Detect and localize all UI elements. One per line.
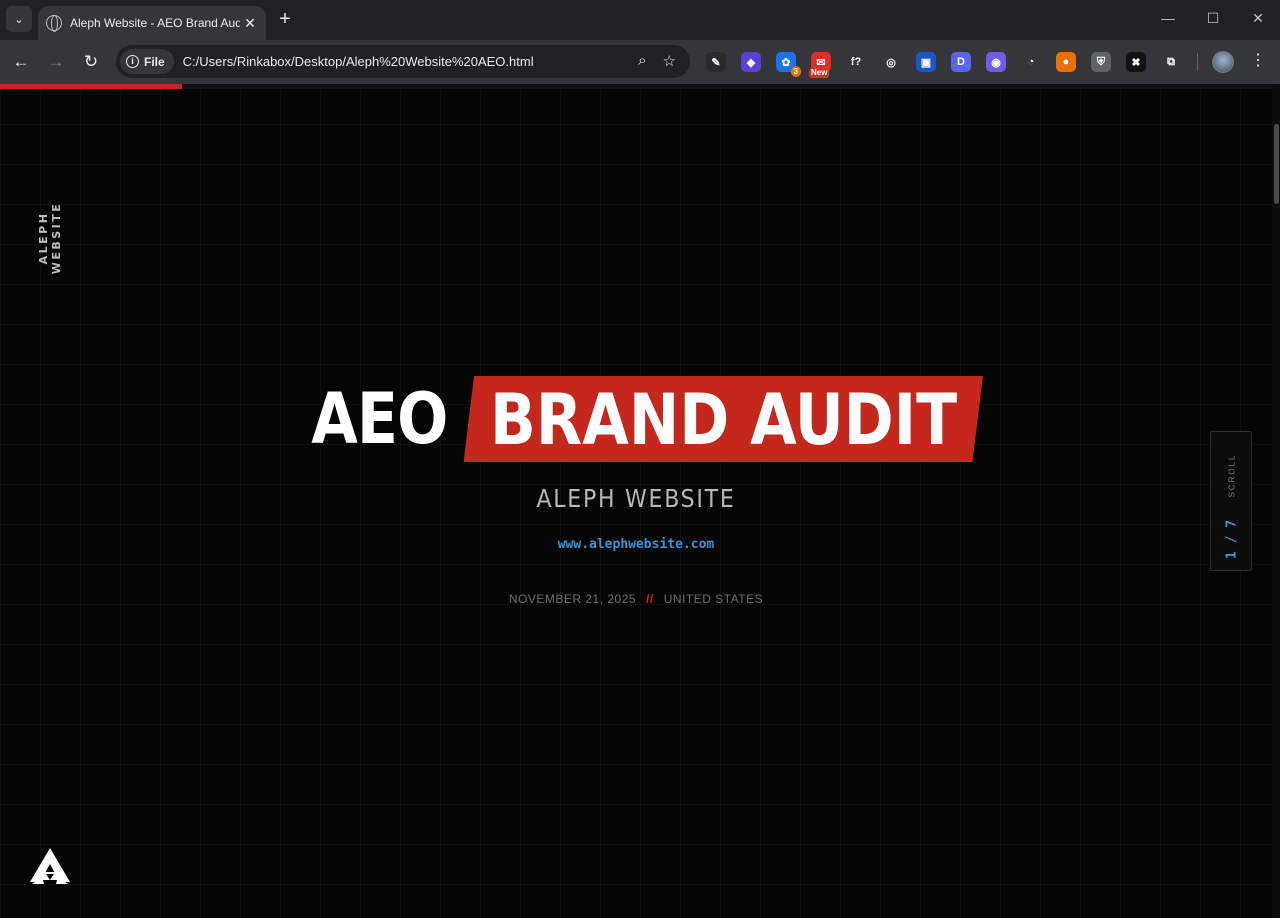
fox-icon[interactable]: ● [1056,52,1076,72]
bot-icon[interactable]: ◉ [986,52,1006,72]
website-link[interactable]: www.alephwebsite.com [0,537,1272,552]
shield-blue-icon[interactable]: ▣ [916,52,936,72]
puzzle-icon[interactable]: ⧉ [1161,52,1181,72]
subtitle: ALEPH WEBSITE [536,484,736,513]
site-info-chip[interactable]: i File [120,49,174,74]
layers-icon[interactable]: ◆ [741,52,761,72]
active-tab[interactable]: Aleph Website - AEO Brand Audit ✕ [38,6,266,40]
tab-title: Aleph Website - AEO Brand Audit [70,16,240,30]
gear-badge-icon[interactable]: ✿ 3 [776,52,801,77]
scroll-label: SCROLL [1227,453,1237,498]
aleph-logo-icon [30,848,70,884]
slide-scroll-indicator[interactable]: SCROLL 1 / 7 [1210,431,1252,571]
info-icon: i [126,55,139,68]
zoom-icon[interactable]: ⌕ [638,52,646,70]
search-lens-icon[interactable]: ◔ [1021,52,1041,72]
scheme-label: File [144,54,165,69]
toolbar-divider [1197,53,1198,71]
maximize-icon[interactable]: ☐ [1203,10,1223,27]
profile-avatar[interactable] [1212,51,1234,73]
report-location: UNITED STATES [663,592,764,606]
page-scrollbar[interactable] [1272,84,1280,918]
d-icon[interactable]: D [951,52,971,72]
title-highlight-box: BRAND AUDIT [463,376,983,462]
page-viewport: ALEPH WEBSITE AEO BRAND AUDIT ALEPH WEBS… [0,84,1280,918]
report-meta: NOVEMBER 21, 2025 // UNITED STATES [0,592,1272,606]
globe-icon [46,15,62,32]
browser-menu-icon[interactable]: ⋮ [1250,50,1266,70]
bookmark-star-icon[interactable]: ☆ [663,52,676,70]
reading-progress-track [0,84,1272,89]
page-title: AEO BRAND AUDIT [0,374,1272,464]
tab-search-button[interactable]: ⌄ [6,6,32,32]
report-date: NOVEMBER 21, 2025 [508,592,637,606]
meta-separator: // [646,592,654,606]
extension-badge: 3 [790,66,801,77]
eyedropper-icon[interactable]: ✎ [706,52,726,72]
extension-new-badge: New [809,68,830,78]
forward-arrow-icon[interactable]: → [45,51,67,73]
back-arrow-icon[interactable]: ← [10,51,32,73]
browser-toolbar: ← → ↻ i File C:/Users/Rinkabox/Desktop/A… [0,40,1280,84]
address-bar[interactable]: i File C:/Users/Rinkabox/Desktop/Aleph%2… [116,45,690,78]
reading-progress-bar [0,84,182,89]
shield-icon[interactable]: ⛨ [1091,52,1111,72]
mask-icon[interactable]: ✖ [1126,52,1146,72]
minimize-icon[interactable]: — [1158,10,1178,26]
url-text[interactable]: C:/Users/Rinkabox/Desktop/Aleph%20Websit… [183,54,534,69]
font-icon[interactable]: f? [846,52,866,72]
glasses-icon[interactable]: ◎ [881,52,901,72]
scrollbar-thumb[interactable] [1274,124,1279,204]
title-aeo: AEO [311,378,448,460]
tab-close-icon[interactable]: ✕ [242,15,258,32]
window-close-icon[interactable]: ✕ [1248,10,1268,27]
mail-new-icon[interactable]: ✉ New [809,52,831,78]
slide-counter: 1 / 7 [1224,519,1240,560]
reload-icon[interactable]: ↻ [80,51,102,73]
side-brand-label: ALEPH WEBSITE [37,201,63,275]
hero-section: AEO BRAND AUDIT ALEPH WEBSITE www.alephw… [0,374,1272,606]
tab-strip: ⌄ Aleph Website - AEO Brand Audit ✕ + — … [0,0,1280,40]
title-brand-audit: BRAND AUDIT [489,379,957,461]
new-tab-button[interactable]: + [274,8,296,30]
